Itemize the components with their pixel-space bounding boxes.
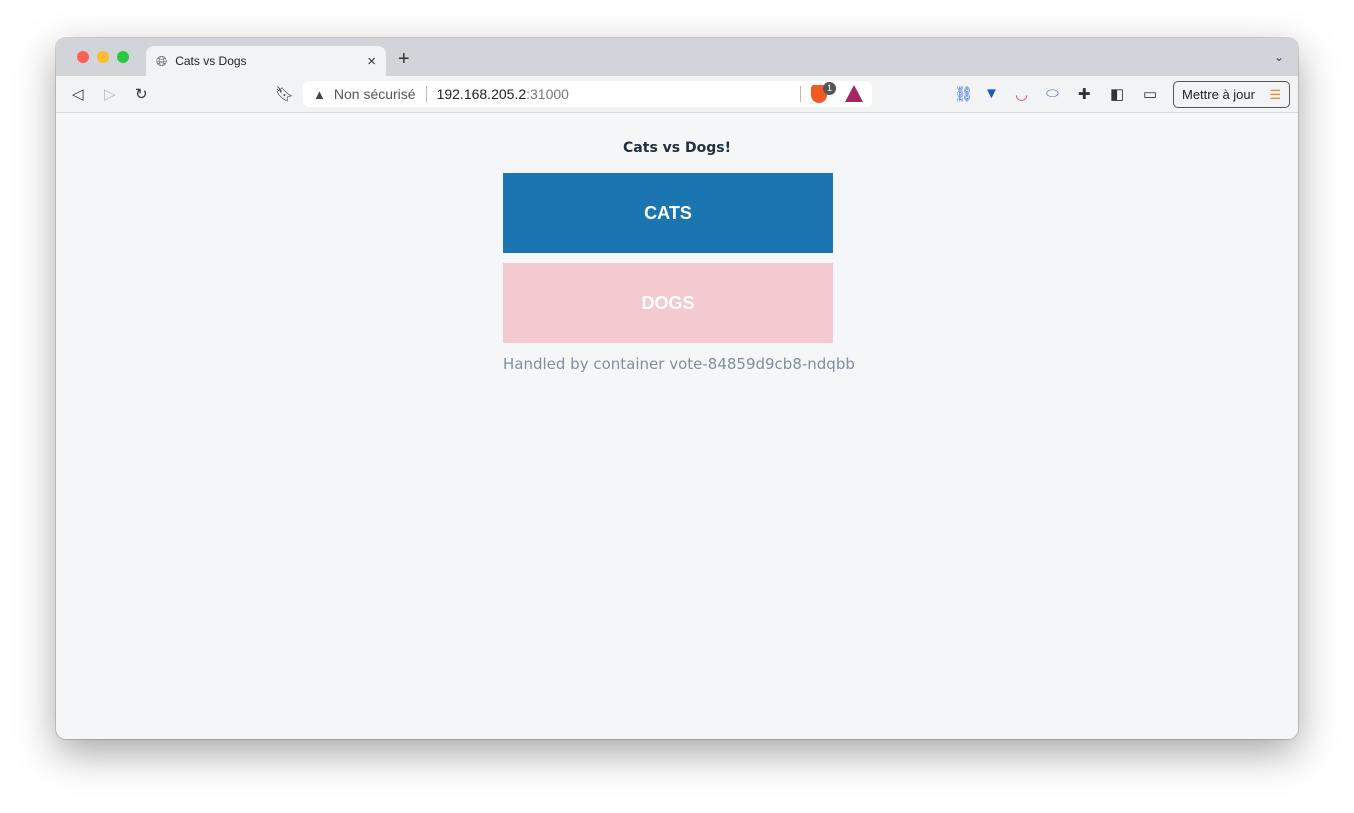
vote-dogs-button[interactable]: DOGS <box>503 263 833 343</box>
sidebar-icon[interactable]: ◧ <box>1110 85 1124 103</box>
tab-title: Cats vs Dogs <box>175 54 247 68</box>
tab-strip: 🌐︎ Cats vs Dogs × + ⌄ <box>56 38 1298 76</box>
chevron-down-icon[interactable]: ⌄ <box>1274 50 1284 64</box>
wallet-icon[interactable]: ▭ <box>1143 85 1157 103</box>
close-window-button[interactable] <box>77 51 89 63</box>
url-host: 192.168.205.2 <box>436 86 527 102</box>
divider <box>800 86 801 102</box>
divider <box>425 86 427 102</box>
vote-cats-button[interactable]: CATS <box>503 173 833 253</box>
maximize-window-button[interactable] <box>117 51 129 63</box>
page-content: Cats vs Dogs! CATS DOGS Handled by conta… <box>56 113 1298 739</box>
warning-icon: ▲ <box>313 86 326 102</box>
shields-badge: 1 <box>823 82 836 95</box>
brave-rewards-icon[interactable] <box>845 85 863 102</box>
back-icon[interactable]: ◁ <box>72 85 84 103</box>
tab-cats-vs-dogs[interactable]: 🌐︎ Cats vs Dogs × <box>146 46 386 76</box>
address-bar[interactable]: ▲ Non sécurisé 192.168.205.2:31000 1 <box>303 81 872 107</box>
extension-diamond-icon[interactable]: ▼ <box>984 85 999 102</box>
security-label[interactable]: Non sécurisé <box>334 86 416 102</box>
browser-window: 🌐︎ Cats vs Dogs × + ⌄ ◁ ▷ ↻ 🔖︎ ▲ Non séc… <box>56 38 1298 739</box>
container-info: Handled by container vote-84859d9cb8-ndq… <box>503 355 855 373</box>
new-tab-icon[interactable]: + <box>398 48 410 71</box>
update-label: Mettre à jour <box>1182 87 1255 102</box>
url-port: :31000 <box>526 86 569 102</box>
bookmark-icon[interactable]: 🔖︎ <box>275 85 294 103</box>
toolbar: ◁ ▷ ↻ 🔖︎ ▲ Non sécurisé 192.168.205.2:31… <box>56 76 1298 113</box>
extension-eye-icon[interactable]: ⬭ <box>1046 85 1059 102</box>
minimize-window-button[interactable] <box>97 51 109 63</box>
reload-icon[interactable]: ↻ <box>135 85 148 103</box>
page-title: Cats vs Dogs! <box>623 140 731 156</box>
close-tab-icon[interactable]: × <box>367 53 376 70</box>
extension-graph-icon[interactable]: ⛓︎ <box>954 85 973 103</box>
forward-icon[interactable]: ▷ <box>104 85 116 103</box>
menu-icon: ☰ <box>1269 86 1281 102</box>
globe-icon: 🌐︎ <box>156 52 168 69</box>
extensions-puzzle-icon[interactable]: ✚ <box>1078 85 1091 103</box>
update-button[interactable]: Mettre à jour ☰ <box>1173 81 1290 108</box>
pocket-icon[interactable]: ◡ <box>1015 85 1028 103</box>
